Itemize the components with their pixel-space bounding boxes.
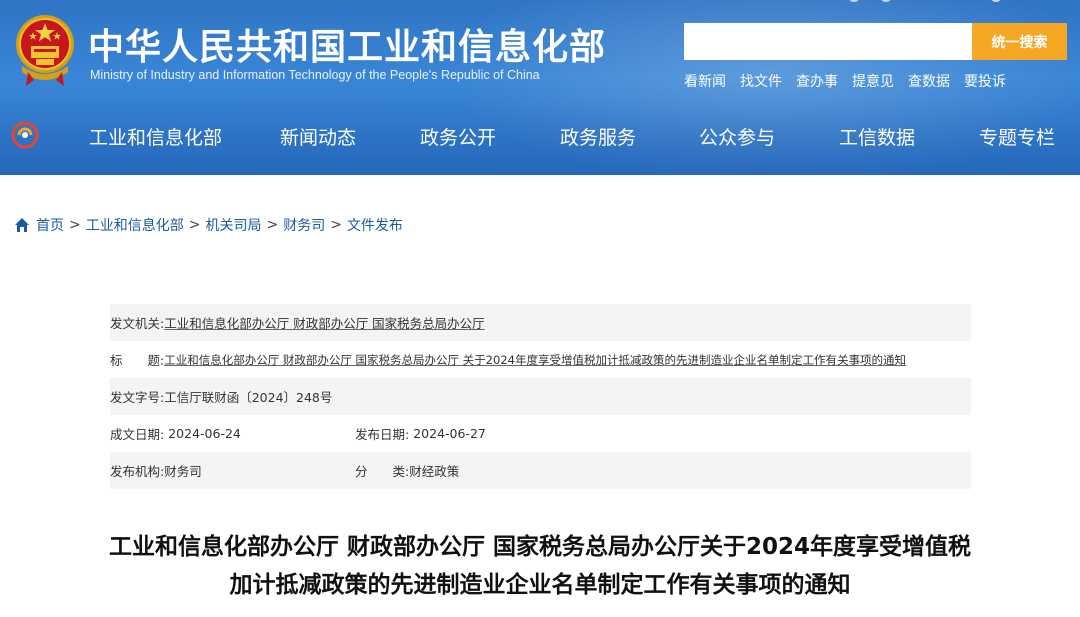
breadcrumb-separator: >: [266, 217, 279, 233]
quick-link-services[interactable]: 查办事: [796, 71, 838, 91]
publish-date-value: 2024-06-27: [413, 426, 486, 441]
publish-date-label: 发布日期:: [355, 427, 410, 442]
breadcrumb-separator: >: [188, 217, 201, 233]
document-title-line-1: 工业和信息化部办公厅 财政部办公厅 国家税务总局办公厅关于2024年度享受增值税: [108, 534, 972, 560]
site-header: 中华人民共和国工业和信息化部 Ministry of Industry and …: [0, 0, 1080, 175]
toolbar-icon[interactable]: [880, 0, 892, 2]
org-label: 发布机构:: [110, 464, 165, 479]
breadcrumb-miit[interactable]: 工业和信息化部: [86, 215, 184, 235]
title-value: 工业和信息化部办公厅 财政部办公厅 国家税务总局办公厅 关于2024年度享受增值…: [164, 352, 906, 367]
nav-item-news[interactable]: 新闻动态: [280, 123, 356, 150]
breadcrumb-departments[interactable]: 机关司局: [205, 215, 261, 235]
breadcrumb-documents[interactable]: 文件发布: [347, 215, 403, 235]
document-title: 工业和信息化部办公厅 财政部办公厅 国家税务总局办公厅关于2024年度享受增值税…: [0, 528, 1080, 604]
info-row-issuer: 发文机关: 工业和信息化部办公厅 财政部办公厅 国家税务总局办公厅: [110, 304, 971, 341]
breadcrumb-finance-dept[interactable]: 财务司: [283, 215, 325, 235]
breadcrumb-separator: >: [69, 217, 81, 233]
date-label: 成文日期:: [110, 427, 165, 442]
search-input[interactable]: [684, 23, 972, 60]
quick-link-complaint[interactable]: 要投诉: [964, 71, 1006, 91]
doc-no-label: 发文字号:: [110, 390, 165, 405]
quick-links: 看新闻 找文件 查办事 提意见 查数据 要投诉: [684, 71, 1006, 91]
breadcrumb-home[interactable]: 首页: [36, 215, 64, 235]
info-row-dates: 成文日期: 2024-06-24 发布日期: 2024-06-27: [110, 415, 971, 452]
date-value: 2024-06-24: [168, 426, 241, 441]
quick-link-files[interactable]: 找文件: [740, 71, 782, 91]
quick-link-news[interactable]: 看新闻: [684, 71, 726, 91]
nav-item-topics[interactable]: 专题专栏: [979, 123, 1055, 150]
document-title-line-2: 加计抵减政策的先进制造业企业名单制定工作有关事项的通知: [229, 572, 851, 598]
nav-item-public-participation[interactable]: 公众参与: [699, 123, 775, 150]
site-subtitle: Ministry of Industry and Information Tec…: [90, 68, 540, 82]
toolbar-icon[interactable]: [848, 0, 860, 2]
category-label: 分 类:: [355, 464, 410, 479]
site-title: 中华人民共和国工业和信息化部: [88, 27, 607, 68]
issuer-label: 发文机关:: [110, 316, 165, 331]
home-icon[interactable]: [14, 217, 30, 233]
nav-item-data[interactable]: 工信数据: [839, 123, 915, 150]
info-row-org: 发布机构: 财务司 分 类: 财经政策: [110, 452, 971, 489]
nav-item-gov-services[interactable]: 政务服务: [560, 123, 636, 150]
quick-link-data[interactable]: 查数据: [908, 71, 950, 91]
national-emblem-icon[interactable]: [14, 10, 76, 90]
breadcrumb-separator: >: [330, 217, 342, 233]
nav-item-miit[interactable]: 工业和信息化部: [89, 123, 222, 150]
top-toolbar-icons: [840, 0, 1020, 6]
category-value: 财经政策: [409, 464, 460, 479]
nav-item-gov-info[interactable]: 政务公开: [420, 123, 496, 150]
document-info-table: 发文机关: 工业和信息化部办公厅 财政部办公厅 国家税务总局办公厅 标 题: 工…: [110, 304, 971, 489]
info-row-doc-no: 发文字号: 工信厅联财函〔2024〕248号: [110, 378, 971, 415]
toolbar-icon[interactable]: [990, 0, 1002, 2]
info-row-title: 标 题: 工业和信息化部办公厅 财政部办公厅 国家税务总局办公厅 关于2024年…: [110, 341, 971, 378]
search-button[interactable]: 统一搜索: [972, 23, 1067, 60]
breadcrumb: 首页 > 工业和信息化部 > 机关司局 > 财务司 > 文件发布: [14, 215, 403, 235]
quick-link-feedback[interactable]: 提意见: [852, 71, 894, 91]
title-label: 标 题:: [110, 353, 165, 368]
org-value: 财务司: [164, 464, 202, 479]
doc-no-value: 工信厅联财函〔2024〕248号: [164, 390, 333, 405]
main-nav: 工业和信息化部 新闻动态 政务公开 政务服务 公众参与 工信数据 专题专栏: [0, 112, 1080, 158]
issuer-value: 工业和信息化部办公厅 财政部办公厅 国家税务总局办公厅: [164, 316, 485, 331]
